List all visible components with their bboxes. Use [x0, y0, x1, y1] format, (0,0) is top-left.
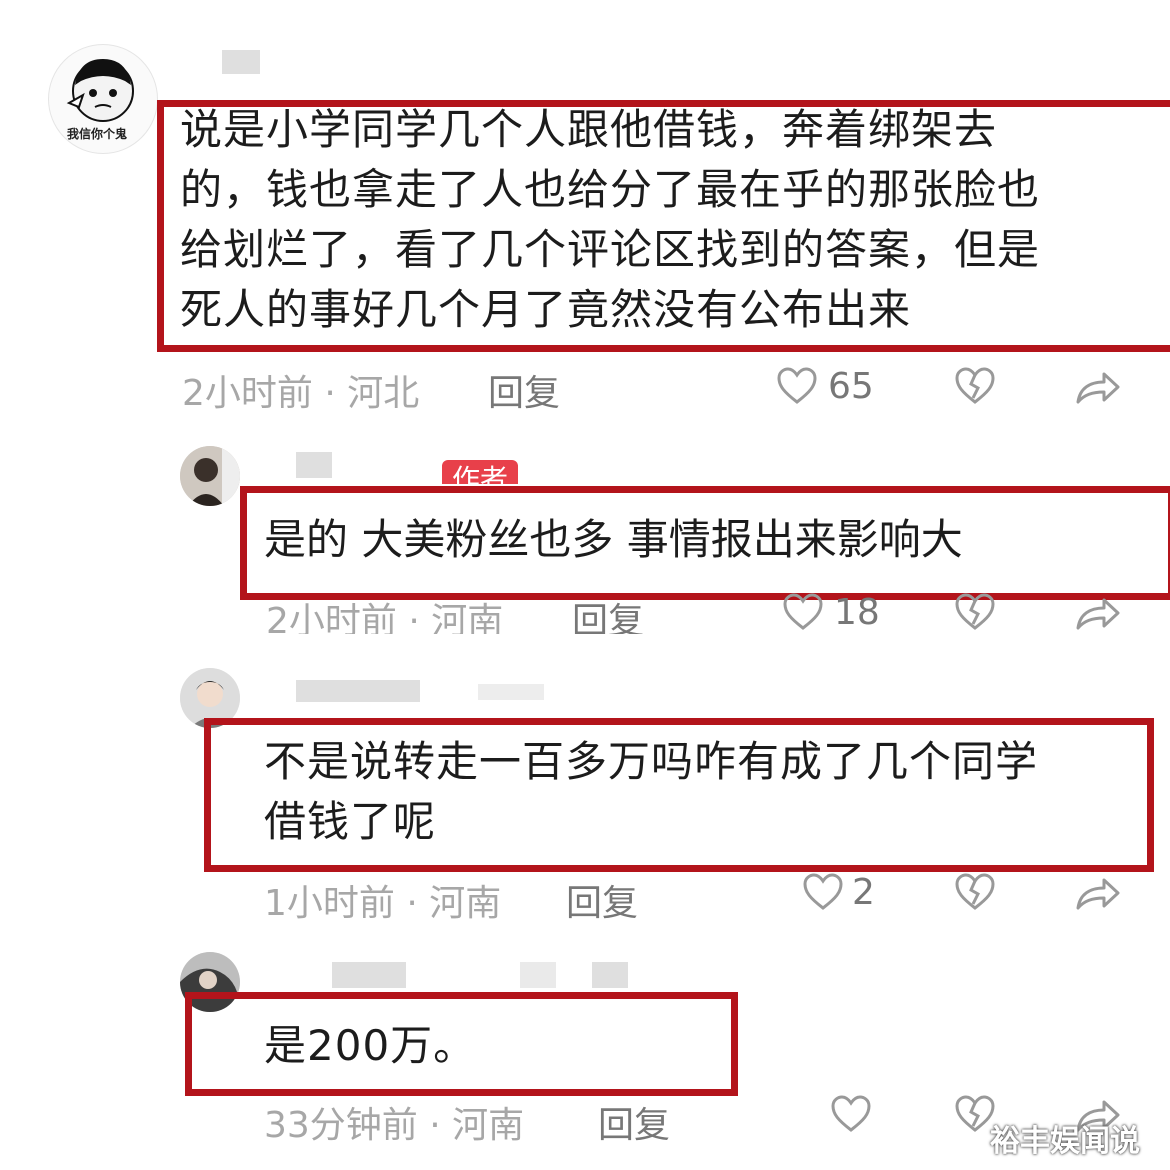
person-photo-icon [180, 446, 240, 506]
comment-meta: 2小时前 · 河南 [266, 601, 504, 634]
heart-outline-icon[interactable] [782, 592, 824, 632]
highlight-box [240, 486, 1170, 600]
share-arrow-icon[interactable] [1074, 874, 1122, 912]
heart-outline-icon[interactable] [830, 1094, 872, 1134]
username-redacted [296, 680, 420, 702]
commenter-avatar[interactable]: 我信你个鬼 [48, 44, 158, 154]
watermark: 裕丰娱闻说 [990, 1124, 1140, 1159]
avatar-caption: 我信你个鬼 [67, 127, 128, 141]
comment-meta: 1小时前 · 河南 [264, 883, 502, 924]
comment-meta: 33分钟前 · 河南 [264, 1105, 525, 1146]
share-arrow-icon[interactable] [1074, 368, 1122, 406]
like-count: 65 [828, 366, 874, 407]
reply-avatar[interactable] [180, 446, 240, 506]
heart-outline-icon[interactable] [802, 872, 844, 912]
comment-meta: 2小时前 · 河北 [182, 373, 420, 414]
reply-button[interactable]: 回复 [566, 874, 638, 926]
broken-heart-icon[interactable] [954, 872, 996, 912]
username-redacted [520, 962, 556, 988]
broken-heart-icon[interactable] [954, 366, 996, 406]
highlight-box [204, 718, 1154, 872]
username-redacted [592, 962, 628, 988]
broken-heart-icon[interactable] [954, 592, 996, 632]
heart-outline-icon[interactable] [776, 366, 818, 406]
username-redacted [478, 684, 544, 700]
share-arrow-icon[interactable] [1074, 594, 1122, 632]
username-redacted [296, 452, 332, 478]
username-redacted [222, 50, 260, 74]
username-redacted [332, 962, 406, 988]
highlight-box [157, 100, 1170, 352]
reply-button[interactable]: 回复 [598, 1096, 670, 1148]
author-badge: 作者 [442, 460, 519, 484]
reply-button[interactable]: 回复 [572, 592, 644, 634]
like-count: 18 [834, 592, 880, 633]
highlight-box [185, 992, 738, 1096]
comment-footer-row: 2小时前 · 河南 回复 18 [0, 592, 1170, 634]
like-count: 2 [852, 872, 875, 913]
reply-button[interactable]: 回复 [488, 364, 560, 416]
